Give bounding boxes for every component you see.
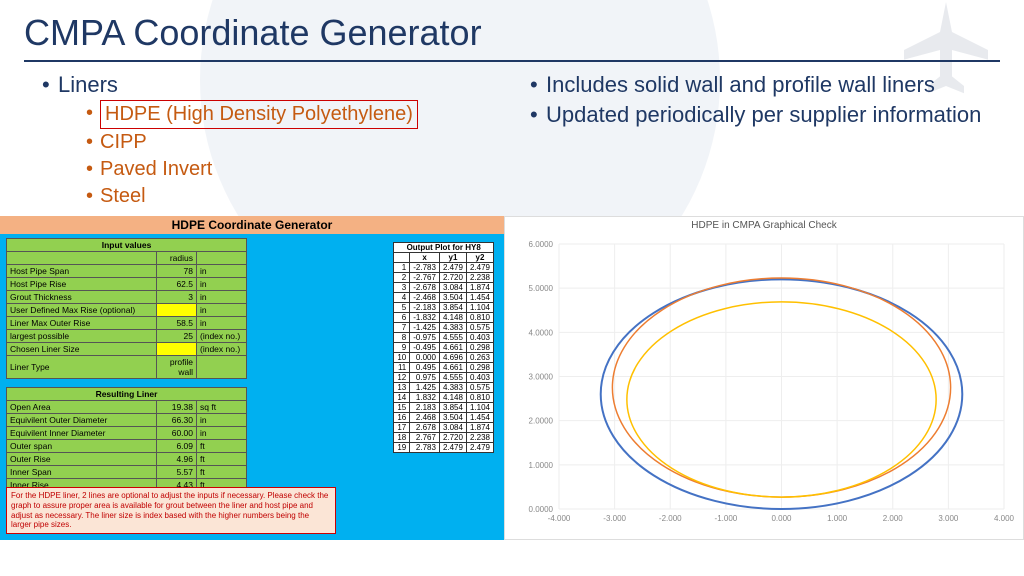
chart-plot: -4.000 -3.000 -2.000 -1.000 0.000 1.000 2.000 3… — [505, 234, 1023, 534]
svg-text:3.0000: 3.0000 — [529, 372, 554, 381]
svg-text:0.0000: 0.0000 — [529, 505, 554, 514]
svg-text:1.000: 1.000 — [827, 514, 848, 523]
title-divider — [24, 60, 1000, 62]
heading-liners: Liners HDPE (High Density Polyethylene)C… — [42, 70, 512, 210]
right-column: Includes solid wall and profile wall lin… — [512, 70, 1000, 210]
svg-text:-3.000: -3.000 — [603, 514, 626, 523]
svg-text:4.000: 4.000 — [994, 514, 1015, 523]
svg-text:0.000: 0.000 — [771, 514, 792, 523]
sheet-title: HDPE Coordinate Generator — [0, 216, 504, 234]
liner-item: Paved Invert — [86, 156, 512, 183]
slide-title: CMPA Coordinate Generator — [0, 0, 1024, 60]
liner-item: Steel — [86, 183, 512, 210]
svg-text:2.0000: 2.0000 — [529, 416, 554, 425]
svg-text:-2.000: -2.000 — [659, 514, 682, 523]
chart-panel: HDPE in CMPA Graphical Check -4.000 -3.00… — [504, 216, 1024, 540]
liner-item: CIPP — [86, 129, 512, 156]
svg-text:-4.000: -4.000 — [548, 514, 571, 523]
svg-text:-1.000: -1.000 — [715, 514, 738, 523]
chart-title: HDPE in CMPA Graphical Check — [505, 217, 1023, 234]
svg-text:1.0000: 1.0000 — [529, 461, 554, 470]
liner-item: HDPE (High Density Polyethylene) — [86, 100, 512, 129]
right-bullet: Updated periodically per supplier inform… — [530, 100, 1000, 130]
output-table: Output Plot for HY8xy1y21-2.7832.4792.47… — [393, 242, 494, 453]
svg-text:4.0000: 4.0000 — [529, 328, 554, 337]
input-table: Input valuesradiusHost Pipe Span78inHost… — [6, 238, 247, 379]
svg-text:3.000: 3.000 — [938, 514, 959, 523]
svg-text:5.0000: 5.0000 — [529, 284, 554, 293]
spreadsheet-panel: HDPE Coordinate Generator Input valuesra… — [0, 216, 504, 540]
svg-text:2.000: 2.000 — [883, 514, 904, 523]
footnote-box: For the HDPE liner, 2 lines are optional… — [6, 487, 336, 533]
right-bullet: Includes solid wall and profile wall lin… — [530, 70, 1000, 100]
left-column: Liners HDPE (High Density Polyethylene)C… — [24, 70, 512, 210]
svg-text:6.0000: 6.0000 — [529, 240, 554, 249]
